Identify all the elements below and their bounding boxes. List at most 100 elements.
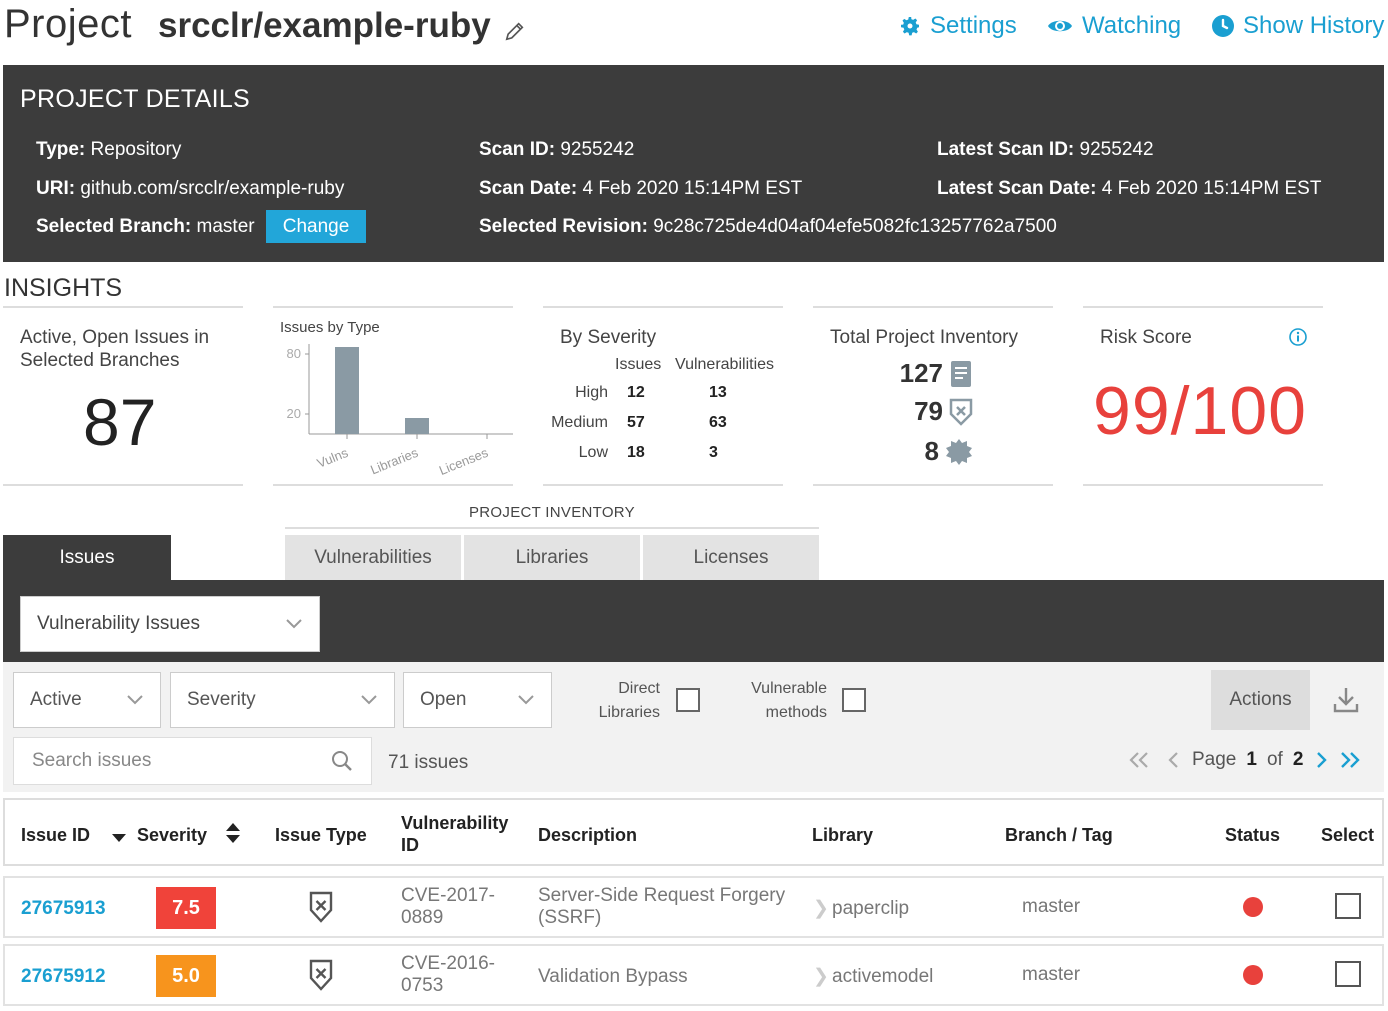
first-page-icon[interactable] [1128, 751, 1150, 769]
change-branch-button[interactable]: Change [266, 210, 366, 243]
library-chevron-icon: ❯ [813, 966, 829, 987]
issue-description-line1: Server-Side Request Forgery [538, 885, 786, 906]
chart-x-tick-label: Licenses [437, 445, 491, 478]
search-issues-input[interactable]: Search issues [13, 737, 372, 785]
detail-type-label: Type: [36, 139, 86, 160]
issue-count: 71 issues [388, 752, 469, 773]
row-select-checkbox[interactable] [1335, 961, 1361, 987]
next-page-icon[interactable] [1313, 751, 1329, 769]
info-icon[interactable] [1289, 328, 1307, 346]
pencil-icon[interactable] [504, 20, 526, 42]
show-history-link[interactable]: Show History [1211, 12, 1384, 40]
issue-kind-select[interactable]: Vulnerability Issues [20, 596, 320, 652]
detail-uri: URI: github.com/srcclr/example-ruby [36, 178, 344, 200]
open-issues-count: 87 [83, 385, 157, 459]
severity-badge: 7.5 [156, 887, 216, 929]
watching-label: Watching [1082, 12, 1182, 39]
detail-uri-value: github.com/srcclr/example-ruby [80, 178, 345, 199]
actions-button[interactable]: Actions [1211, 670, 1310, 730]
vulnerable-methods-checkbox[interactable] [842, 688, 866, 712]
severity-high-vulns: 13 [709, 384, 727, 401]
detail-revision-label: Selected Revision: [479, 216, 648, 237]
library-name[interactable]: activemodel [832, 966, 933, 988]
col-severity[interactable]: Severity [137, 824, 207, 846]
page-current: 1 [1246, 749, 1257, 770]
settings-link[interactable]: Settings [898, 12, 1017, 40]
download-icon[interactable] [1333, 686, 1359, 714]
active-filter-select[interactable]: Active [13, 672, 161, 728]
chevron-down-icon [518, 695, 534, 705]
watching-link[interactable]: Watching [1046, 12, 1181, 40]
col-branch-tag: Branch / Tag [1005, 825, 1113, 845]
severity-low-vulns: 3 [709, 444, 718, 461]
vulnerability-id[interactable]: CVE-2016- 0753 [401, 953, 495, 997]
vulnerable-methods-label: Vulnerable methods [727, 677, 827, 725]
active-filter-value: Active [30, 689, 82, 710]
prev-page-icon[interactable] [1166, 751, 1182, 769]
col-status: Status [1225, 825, 1281, 845]
detail-latest-scan-date-value: 4 Feb 2020 15:14PM EST [1101, 178, 1322, 199]
detail-scan-id-label: Scan ID: [479, 139, 556, 160]
severity-high-label: High [575, 384, 608, 401]
details-title: PROJECT DETAILS [20, 85, 251, 113]
row-select-checkbox[interactable] [1335, 893, 1361, 919]
open-issues-title-2: Selected Branches [20, 350, 180, 371]
severity-medium-vulns: 63 [709, 414, 727, 431]
detail-scan-id: Scan ID: 9255242 [479, 139, 634, 161]
table-row[interactable]: 27675913 7.5 CVE-2017- 0889 Server-Side … [3, 876, 1384, 938]
vulnerability-shield-icon [309, 959, 333, 991]
tab-licenses[interactable]: Licenses [643, 535, 819, 581]
inventory-title: Total Project Inventory [830, 327, 1018, 348]
open-issues-title-1: Active, Open Issues in [20, 327, 210, 348]
page-word: Page [1192, 749, 1237, 770]
last-page-icon[interactable] [1339, 751, 1361, 769]
inventory-card: Total Project Inventory 127 79 8 [813, 306, 1053, 486]
status-indicator [1243, 965, 1263, 985]
col-issue-type: Issue Type [275, 825, 367, 845]
detail-uri-label: URI: [36, 178, 76, 199]
severity-medium-issues: 57 [627, 414, 645, 431]
chevron-down-icon [127, 695, 143, 705]
detail-type-value: Repository [90, 139, 182, 160]
inventory-libraries-count: 127 [899, 358, 943, 388]
sort-desc-icon[interactable] [111, 833, 127, 843]
badge-icon [946, 438, 972, 465]
issue-description: Server-Side Request Forgery (SSRF) [538, 885, 785, 929]
sort-both-icon[interactable] [225, 822, 241, 844]
direct-libraries-label-2: Libraries [598, 704, 660, 721]
page-title-prefix: Project [4, 2, 132, 46]
tab-libraries[interactable]: Libraries [464, 535, 640, 581]
vulnerability-id-line1: CVE-2017- [401, 885, 495, 906]
vulnerability-id-line2: 0753 [401, 975, 444, 996]
chart-y-tick-label: 80 [287, 346, 301, 361]
issue-id-link[interactable]: 27675913 [21, 898, 106, 920]
shield-x-icon [949, 398, 973, 426]
eye-icon [1048, 20, 1072, 32]
detail-branch-label: Selected Branch: [36, 216, 192, 237]
library-chevron-icon: ❯ [813, 898, 829, 919]
col-issue-id[interactable]: Issue ID [21, 824, 90, 846]
col-select: Select [1321, 825, 1375, 845]
detail-scan-date: Scan Date: 4 Feb 2020 15:14PM EST [479, 178, 802, 200]
issues-table-header: Issue ID Severity Issue Type Vulnerabili… [3, 798, 1384, 866]
detail-latest-scan-id: Latest Scan ID: 9255242 [937, 139, 1154, 161]
vulnerability-id[interactable]: CVE-2017- 0889 [401, 885, 495, 929]
tab-vulnerabilities[interactable]: Vulnerabilities [285, 535, 461, 581]
library-name[interactable]: paperclip [832, 898, 909, 920]
risk-score-value: 99/100 [1093, 373, 1307, 449]
chevron-down-icon [361, 695, 377, 705]
tab-issues[interactable]: Issues [3, 535, 171, 581]
issue-id-link[interactable]: 27675912 [21, 966, 106, 988]
table-row[interactable]: 27675912 5.0 CVE-2016- 0753 Validation B… [3, 944, 1384, 1006]
direct-libraries-checkbox[interactable] [676, 688, 700, 712]
issue-description: Validation Bypass [538, 966, 688, 987]
detail-latest-scan-id-label: Latest Scan ID: [937, 139, 1075, 160]
severity-col-issues: Issues [615, 356, 662, 373]
chevron-down-icon [286, 619, 302, 629]
severity-badge: 5.0 [156, 955, 216, 997]
by-severity-card: By Severity Issues Vulnerabilities High … [543, 306, 783, 486]
severity-filter-select[interactable]: Severity [170, 672, 395, 728]
status-filter-select[interactable]: Open [403, 672, 552, 728]
project-details-panel: PROJECT DETAILS Type: Repository URI: gi… [3, 65, 1384, 262]
issues-by-type-chart: 80 20 Vulns Libraries Licenses [287, 344, 513, 478]
